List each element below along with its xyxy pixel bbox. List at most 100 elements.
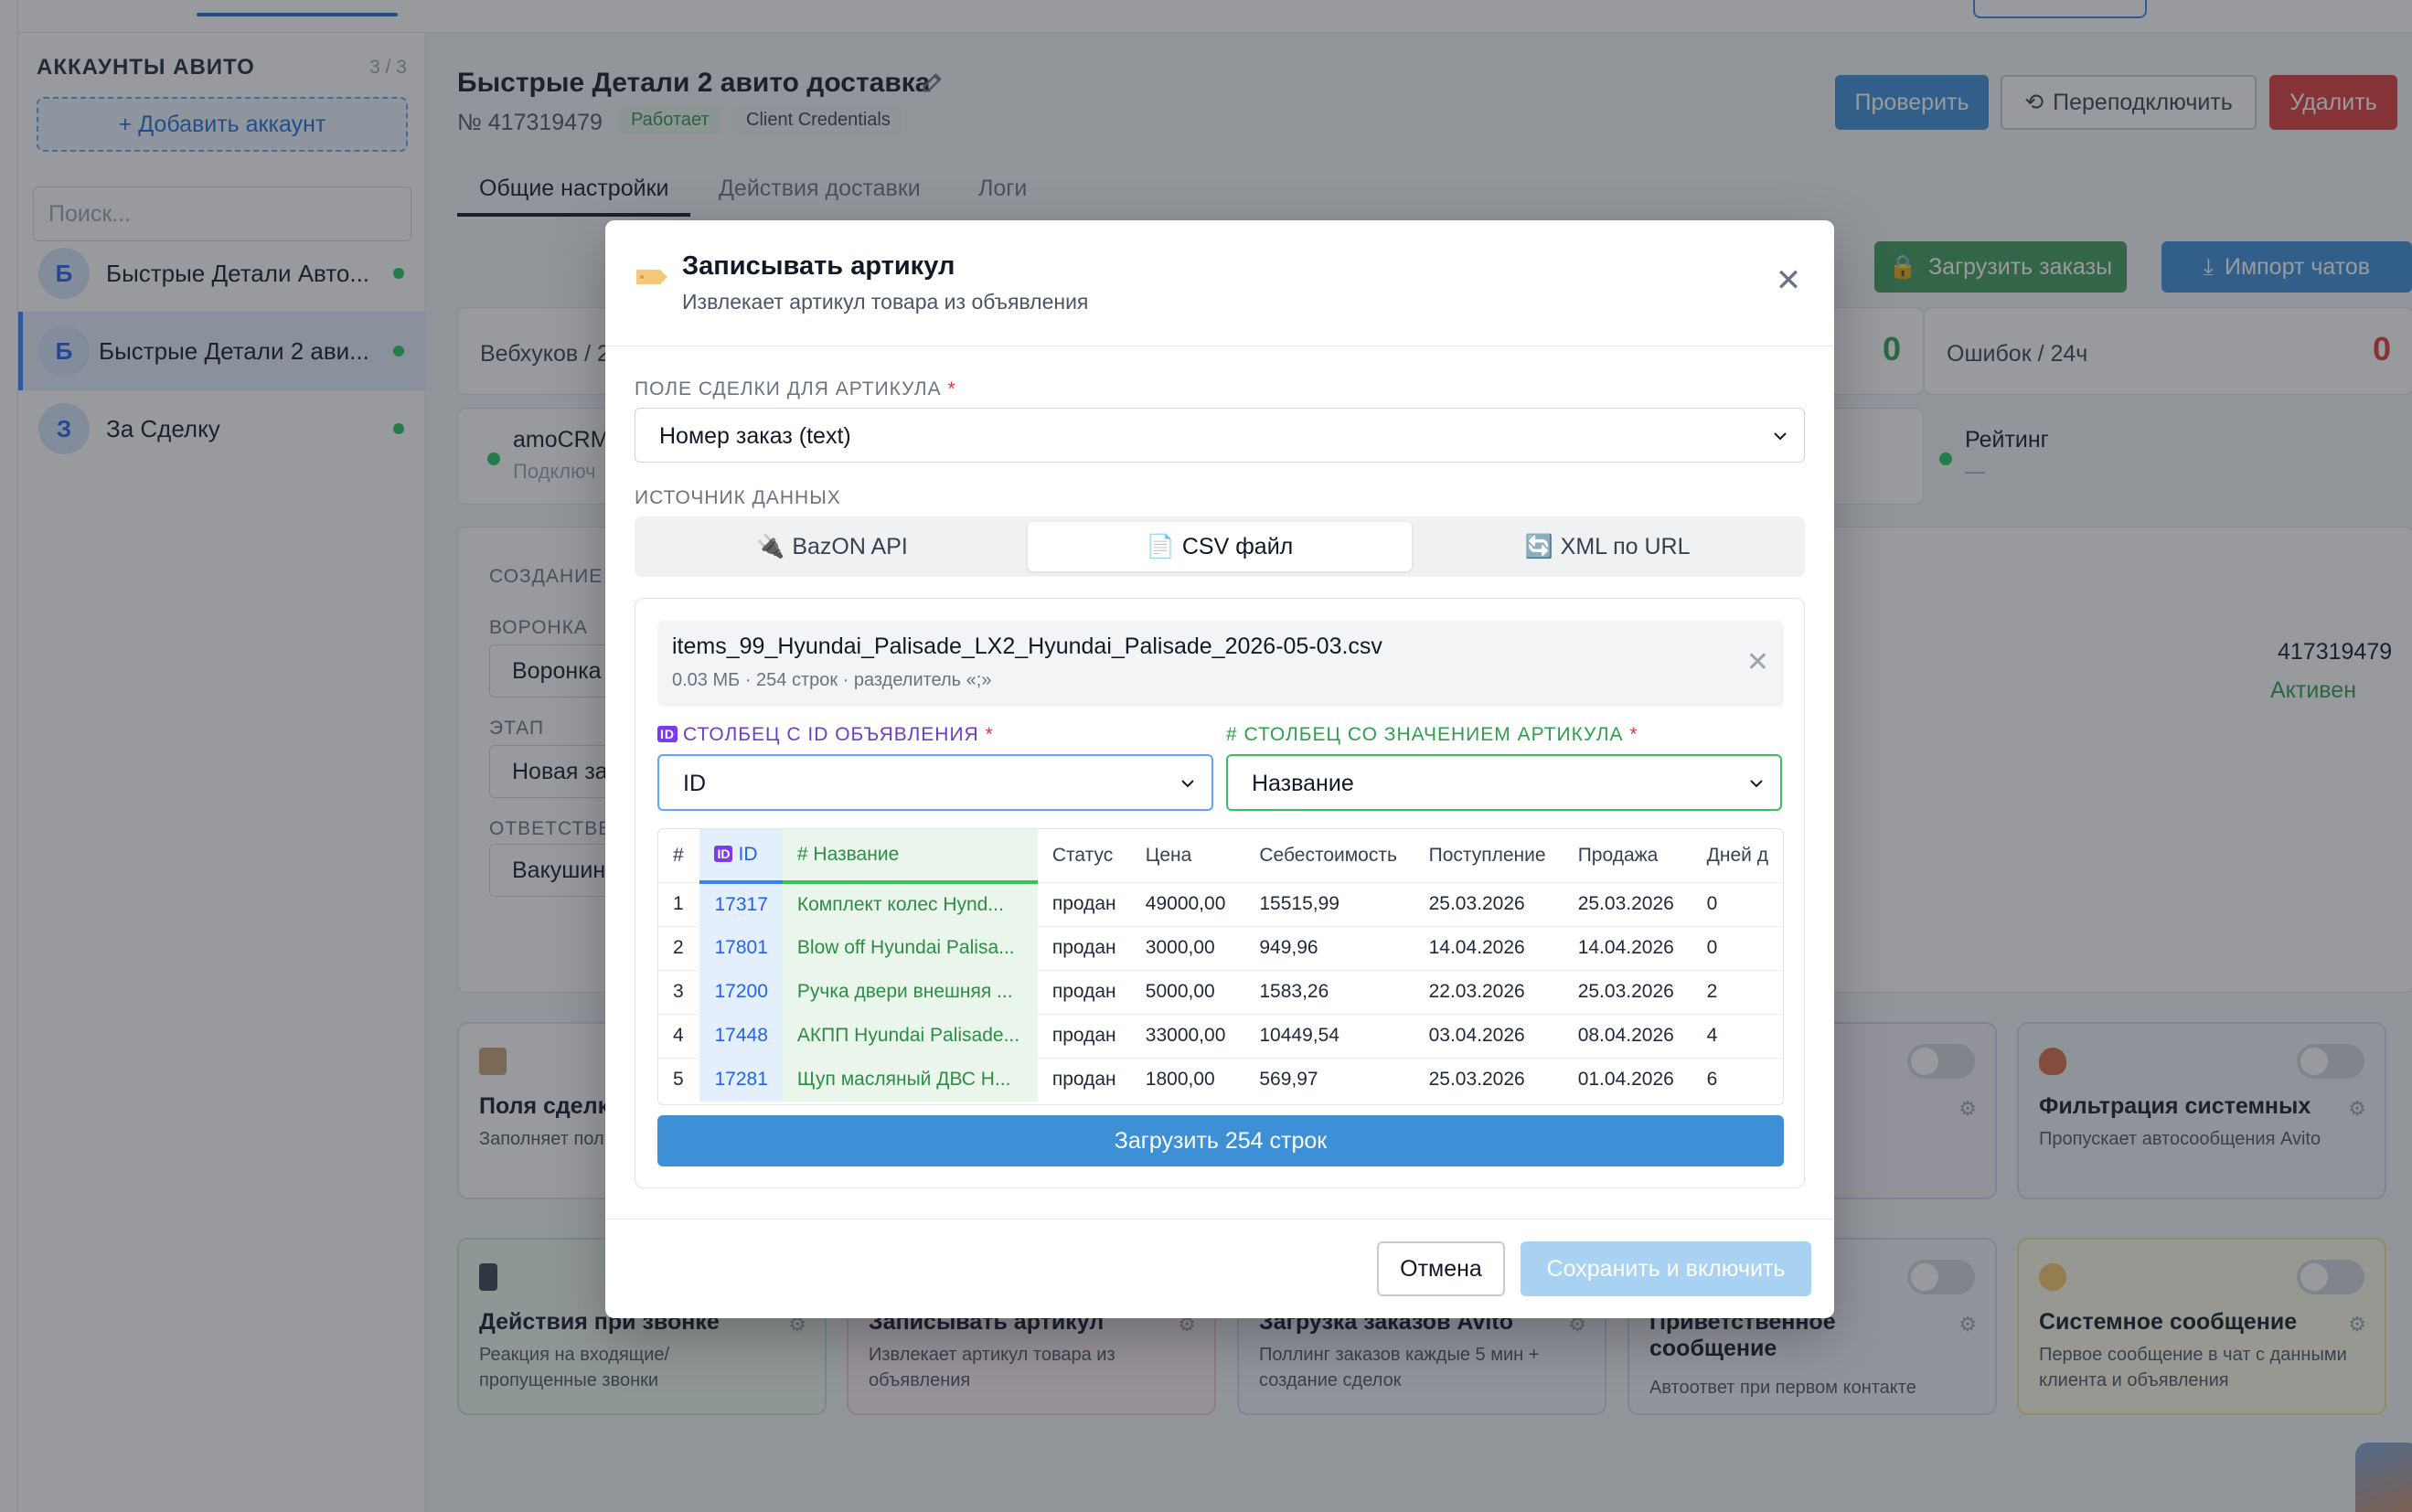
source-option-label: CSV файл: [1181, 533, 1294, 559]
article-column-label-text: # СТОЛБЕЦ СО ЗНАЧЕНИЕМ АРТИКУЛА: [1226, 724, 1624, 745]
col-header: Цена: [1145, 844, 1192, 866]
cell: 10449,54: [1244, 1013, 1414, 1058]
col-header-id: ID ID: [699, 829, 783, 884]
cell: 14.04.2026: [1563, 925, 1692, 970]
cell-id: 17281: [699, 1057, 783, 1102]
cell: 14.04.2026: [1414, 925, 1564, 970]
close-icon[interactable]: ✕: [1770, 262, 1807, 299]
cell: 6: [1692, 1057, 1783, 1102]
cell: продан: [1037, 1013, 1131, 1058]
plug-icon: 🔌: [756, 533, 785, 559]
id-column-value: ID: [683, 771, 706, 796]
col-header: Себестоимость: [1259, 844, 1397, 866]
refresh-icon: 🔄: [1524, 533, 1553, 559]
col-header: #: [673, 844, 684, 866]
modal-footer: Отмена Сохранить и включить: [605, 1219, 1834, 1318]
cell: 15515,99: [1244, 881, 1414, 926]
source-option-xml-url[interactable]: 🔄 XML по URL: [1415, 522, 1799, 571]
cell: продан: [1037, 925, 1131, 970]
cell: 33000,00: [1130, 1013, 1245, 1058]
chevron-down-icon: [1181, 780, 1194, 788]
modal-title: Записывать артикул: [682, 251, 955, 281]
col-header: Статус: [1051, 844, 1114, 866]
cell: 25.03.2026: [1563, 881, 1692, 926]
cell: продан: [1037, 881, 1131, 926]
cell: 4: [658, 1013, 700, 1058]
table-row: 4 17448 АКПП Hyundai Palisade... продан …: [658, 1013, 1783, 1058]
cell-name: АКПП Hyundai Palisade...: [782, 1013, 1038, 1058]
upload-rows-button[interactable]: Загрузить 254 строк: [657, 1115, 1784, 1166]
cell: 5: [658, 1057, 700, 1102]
deal-field-label-text: ПОЛЕ СДЕЛКИ ДЛЯ АРТИКУЛА: [635, 378, 942, 399]
required-mark: *: [985, 724, 994, 745]
deal-field-select[interactable]: Номер заказ (text): [635, 408, 1805, 463]
cell: 1583,26: [1244, 969, 1414, 1014]
cell-name: Комплект колес Hynd...: [782, 881, 1038, 926]
id-column-select[interactable]: ID: [657, 754, 1213, 811]
required-mark: *: [947, 378, 956, 399]
cell: 949,96: [1244, 925, 1414, 970]
modal-subtitle: Извлекает артикул товара из объявления: [682, 290, 1089, 314]
file-name: items_99_Hyundai_Palisade_LX2_Hyundai_Pa…: [672, 634, 1382, 659]
article-column-value: Название: [1252, 771, 1354, 796]
cell-name: Ручка двери внешняя ...: [782, 969, 1038, 1014]
cell-id: 17448: [699, 1013, 783, 1058]
cell: 4: [1692, 1013, 1783, 1058]
cell-name: Щуп масляный ДВС Н...: [782, 1057, 1038, 1102]
table-row: 2 17801 Blow off Hyundai Palisa... прода…: [658, 925, 1783, 970]
cell: 0: [1692, 881, 1783, 926]
col-header-name: # Название: [782, 829, 1038, 884]
cell: 49000,00: [1130, 881, 1245, 926]
source-option-label: XML по URL: [1560, 533, 1691, 559]
cell-id: 17200: [699, 969, 783, 1014]
cell: 5000,00: [1130, 969, 1245, 1014]
cell: 03.04.2026: [1414, 1013, 1564, 1058]
source-option-label: BazON API: [792, 533, 908, 559]
cell-id: 17317: [699, 881, 783, 926]
table-row: 5 17281 Щуп масляный ДВС Н... продан 180…: [658, 1057, 1783, 1102]
cell: 569,97: [1244, 1057, 1414, 1102]
cell: 25.03.2026: [1563, 969, 1692, 1014]
cell: 1: [658, 881, 700, 926]
file-meta: 0.03 МБ · 254 строк · разделитель «;»: [672, 670, 992, 690]
col-header: Дней д: [1706, 844, 1768, 866]
data-source-label: ИСТОЧНИК ДАННЫХ: [635, 487, 841, 508]
deal-field-label: ПОЛЕ СДЕЛКИ ДЛЯ АРТИКУЛА *: [635, 378, 956, 400]
col-header: Продажа: [1577, 844, 1659, 866]
record-article-modal: Записывать артикул Извлекает артикул тов…: [605, 220, 1834, 1318]
uploaded-file: items_99_Hyundai_Palisade_LX2_Hyundai_Pa…: [657, 621, 1784, 707]
csv-preview-table-wrap[interactable]: # ID ID # Название Статус Цена Себестоимо…: [657, 828, 1784, 1105]
article-column-select[interactable]: Название: [1226, 754, 1782, 811]
table-row: 3 17200 Ручка двери внешняя ... продан 5…: [658, 969, 1783, 1014]
col-header-text: ID: [738, 844, 758, 865]
remove-file-icon[interactable]: ✕: [1746, 646, 1769, 678]
document-icon: 📄: [1146, 533, 1175, 559]
source-option-csv-file[interactable]: 📄 CSV файл: [1028, 522, 1412, 571]
tag-icon: [636, 270, 667, 284]
cancel-button[interactable]: Отмена: [1377, 1241, 1505, 1296]
csv-panel: items_99_Hyundai_Palisade_LX2_Hyundai_Pa…: [635, 598, 1805, 1188]
id-column-label-text: СТОЛБЕЦ С ID ОБЪЯВЛЕНИЯ: [683, 724, 979, 745]
cell: 3000,00: [1130, 925, 1245, 970]
cell: 2: [1692, 969, 1783, 1014]
cell: 25.03.2026: [1414, 1057, 1564, 1102]
id-icon: ID: [714, 846, 733, 862]
save-and-enable-button[interactable]: Сохранить и включить: [1521, 1241, 1811, 1296]
modal-header: Записывать артикул Извлекает артикул тов…: [605, 220, 1834, 346]
table-row: 1 17317 Комплект колес Hynd... продан 49…: [658, 881, 1783, 926]
table-header-row: # ID ID # Название Статус Цена Себестоимо…: [658, 829, 1783, 884]
cell: 08.04.2026: [1563, 1013, 1692, 1058]
cell: 0: [1692, 925, 1783, 970]
cell-name: Blow off Hyundai Palisa...: [782, 925, 1038, 970]
cell: 2: [658, 925, 700, 970]
cell: 22.03.2026: [1414, 969, 1564, 1014]
deal-field-value: Номер заказ (text): [659, 423, 851, 449]
csv-preview-table: # ID ID # Название Статус Цена Себестоимо…: [658, 829, 1783, 1102]
id-column-label: ID СТОЛБЕЦ С ID ОБЪЯВЛЕНИЯ *: [657, 724, 994, 746]
id-icon: ID: [657, 726, 678, 742]
cell-id: 17801: [699, 925, 783, 970]
required-mark: *: [1629, 724, 1638, 745]
cell: 3: [658, 969, 700, 1014]
chevron-down-icon: [1750, 780, 1763, 788]
source-option-bazon-api[interactable]: 🔌 BazON API: [640, 522, 1024, 571]
